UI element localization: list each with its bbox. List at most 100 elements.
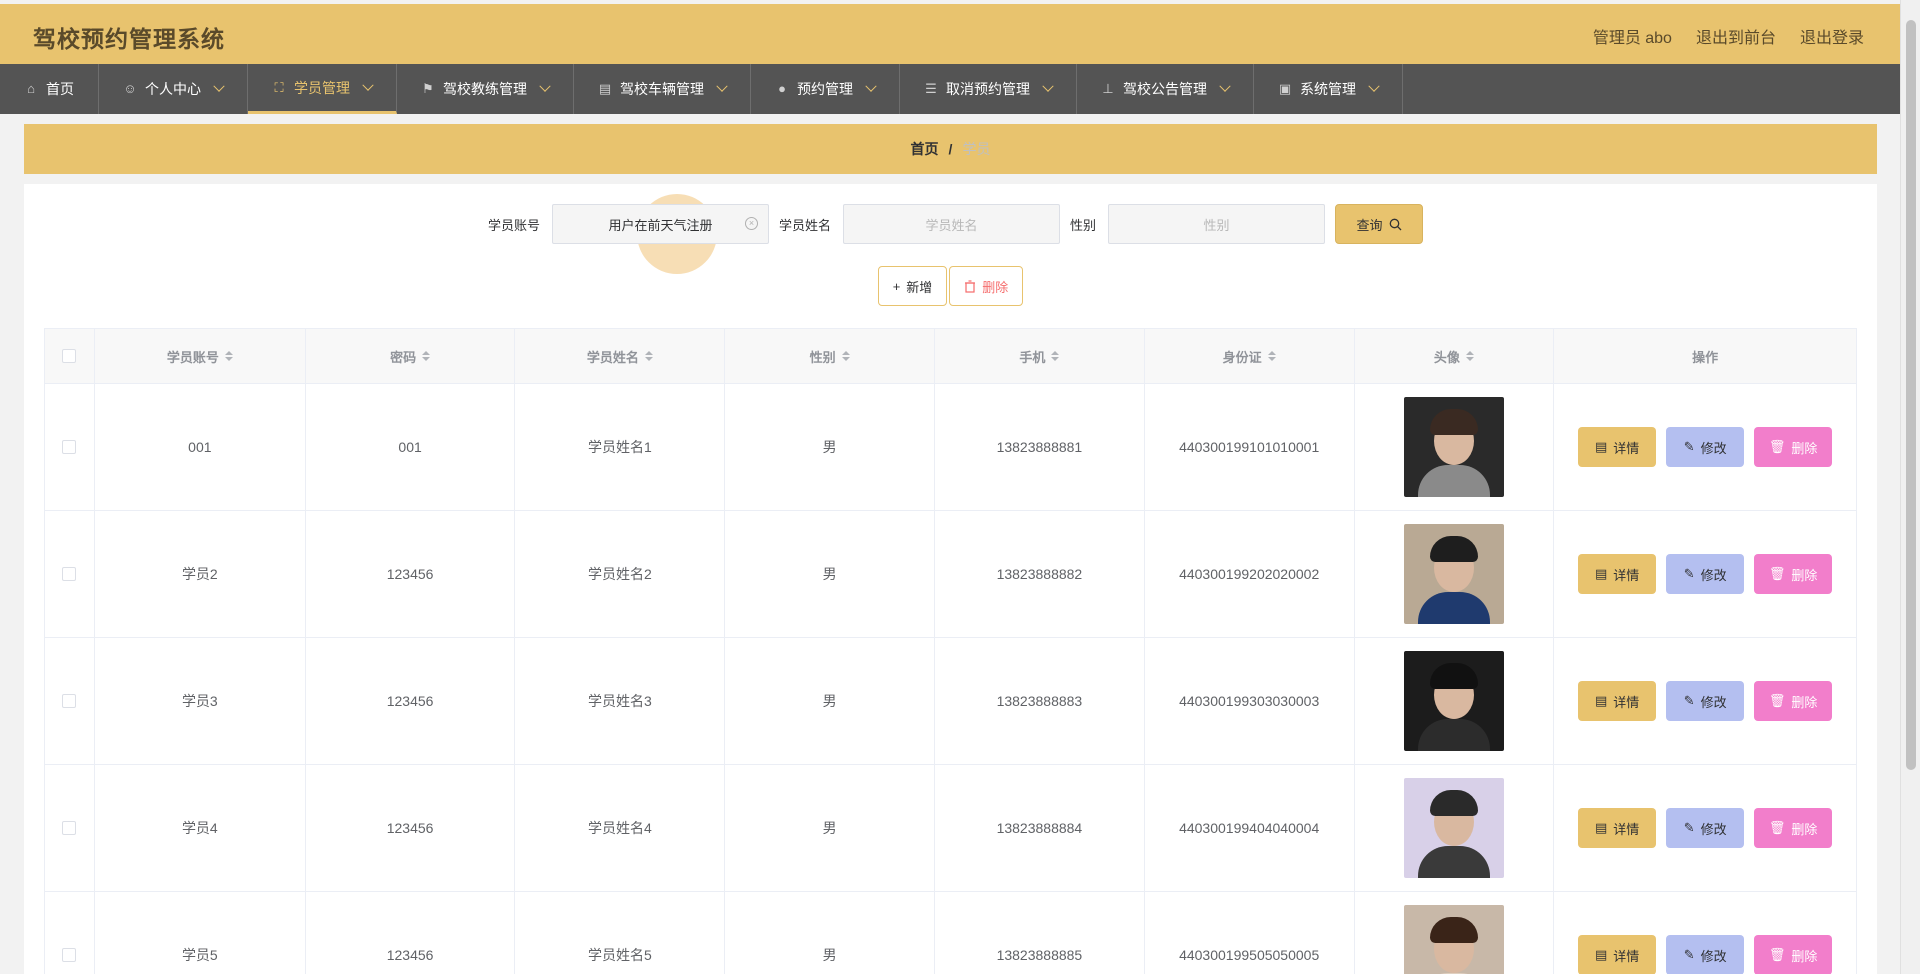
add-button[interactable]: + 新增 — [877, 266, 948, 306]
nav-item-8[interactable]: ▣ 系统管理 — [1254, 64, 1403, 114]
cell-gender: 男 — [725, 892, 936, 974]
header-avatar[interactable]: 头像 — [1355, 329, 1555, 383]
header-account-label: 学员账号 — [166, 349, 219, 365]
detail-button[interactable]: ▤ 详情 — [1578, 554, 1657, 594]
account-input[interactable]: 用户在前天气注册 × — [551, 204, 769, 244]
breadcrumb-current: 学员 — [962, 141, 991, 157]
row-checkbox[interactable] — [62, 567, 77, 581]
row-checkbox[interactable] — [62, 948, 77, 962]
sort-icon[interactable] — [1465, 351, 1474, 361]
nav-item-3[interactable]: ⚑ 驾校教练管理 — [397, 64, 574, 114]
edit-button[interactable]: ✎ 修改 — [1666, 427, 1745, 467]
nav-item-5[interactable]: ● 预约管理 — [751, 64, 900, 114]
cell-password: 123456 — [306, 892, 516, 974]
header-phone[interactable]: 手机 — [935, 329, 1145, 383]
avatar[interactable] — [1403, 905, 1504, 974]
delete-button[interactable]: 🗑 删除 — [1754, 554, 1833, 594]
nav-item-0[interactable]: ⌂ 首页 — [0, 64, 99, 114]
nav-item-label: 取消预约管理 — [946, 81, 1030, 97]
header-gender[interactable]: 性别 — [725, 329, 936, 383]
to-front-link[interactable]: 退出到前台 — [1696, 24, 1776, 48]
nav-item-6[interactable]: ☰ 取消预约管理 — [900, 64, 1077, 114]
document-icon: ▤ — [1595, 566, 1608, 581]
document-icon: ▤ — [1595, 693, 1608, 708]
detail-button[interactable]: ▤ 详情 — [1578, 935, 1657, 974]
cell-name: 学员姓名5 — [515, 892, 726, 974]
row-checkbox[interactable] — [62, 694, 77, 708]
nav-item-7[interactable]: ⊥ 驾校公告管理 — [1077, 64, 1254, 114]
delete-button[interactable]: 🗑 删除 — [1754, 427, 1833, 467]
breadcrumb-home[interactable]: 首页 — [911, 139, 939, 159]
header-name[interactable]: 学员姓名 — [515, 329, 726, 383]
header-idcard[interactable]: 身份证 — [1145, 329, 1355, 383]
cell-avatar — [1355, 511, 1555, 637]
nav-item-1[interactable]: ☺ 个人中心 — [99, 64, 248, 114]
row-checkbox[interactable] — [62, 821, 77, 835]
detail-label: 详情 — [1613, 821, 1640, 837]
sort-icon[interactable] — [644, 351, 653, 361]
select-all-checkbox[interactable] — [62, 349, 77, 363]
batch-delete-button[interactable]: 删除 — [949, 266, 1024, 306]
avatar-body — [1417, 846, 1490, 878]
delete-button[interactable]: 🗑 删除 — [1754, 808, 1833, 848]
cell-idcard: 440300199101010001 — [1145, 384, 1355, 510]
logout-link[interactable]: 退出登录 — [1800, 24, 1864, 48]
delete-button[interactable]: 🗑 删除 — [1754, 681, 1833, 721]
nav-item-4[interactable]: ▤ 驾校车辆管理 — [574, 64, 751, 114]
edit-button[interactable]: ✎ 修改 — [1666, 808, 1745, 848]
row-select-cell — [45, 511, 95, 637]
gender-input[interactable]: 性别 — [1108, 204, 1326, 244]
row-checkbox[interactable] — [62, 440, 77, 454]
delete-button[interactable]: 🗑 删除 — [1754, 935, 1833, 974]
header-account[interactable]: 学员账号 — [95, 329, 306, 383]
avatar[interactable] — [1403, 524, 1504, 624]
sort-icon[interactable] — [841, 351, 850, 361]
avatar[interactable] — [1403, 397, 1504, 497]
detail-button[interactable]: ▤ 详情 — [1578, 681, 1657, 721]
edit-label: 修改 — [1700, 948, 1727, 964]
page: 驾校预约管理系统 管理员 abo 退出到前台 退出登录 ⌂ 首页 ☺ 个人中心 ⛶ 学员管… — [0, 0, 1900, 974]
nav-item-2[interactable]: ⛶ 学员管理 — [248, 64, 397, 114]
scrollbar-thumb[interactable] — [1906, 20, 1916, 770]
edit-button[interactable]: ✎ 修改 — [1666, 681, 1745, 721]
avatar[interactable] — [1403, 651, 1504, 751]
vertical-scrollbar[interactable] — [1900, 0, 1920, 974]
avatar-hair — [1429, 663, 1478, 689]
query-button[interactable]: 查询 — [1335, 204, 1424, 244]
document-icon: ▤ — [1595, 820, 1608, 835]
edit-button[interactable]: ✎ 修改 — [1666, 935, 1745, 974]
row-select-cell — [45, 765, 95, 891]
cell-gender: 男 — [725, 384, 936, 510]
chevron-down-icon — [213, 80, 225, 92]
cell-idcard: 440300199202020002 — [1145, 511, 1355, 637]
chevron-down-icon — [1368, 80, 1380, 92]
cell-name: 学员姓名1 — [515, 384, 726, 510]
avatar[interactable] — [1403, 778, 1504, 878]
chevron-down-icon — [362, 79, 374, 91]
edit-button[interactable]: ✎ 修改 — [1666, 554, 1745, 594]
clear-icon[interactable]: × — [744, 217, 758, 230]
delete-label: 删除 — [982, 279, 1009, 295]
detail-button[interactable]: ▤ 详情 — [1578, 427, 1657, 467]
sort-icon[interactable] — [224, 351, 233, 361]
nav-item-label: 驾校车辆管理 — [620, 81, 704, 97]
cell-password: 123456 — [306, 511, 516, 637]
name-input[interactable]: 学员姓名 — [843, 204, 1060, 244]
table-row: 001 001 学员姓名1 男 13823888881 44030019910101000… — [45, 384, 1856, 511]
avatar-hair — [1429, 409, 1478, 435]
clipboard-icon: ▤ — [598, 81, 612, 96]
cell-idcard: 440300199303030003 — [1145, 638, 1355, 764]
delete-label: 删除 — [1791, 567, 1818, 583]
nav-item-label: 预约管理 — [797, 81, 853, 97]
detail-button[interactable]: ▤ 详情 — [1578, 808, 1657, 848]
cell-phone: 13823888885 — [935, 892, 1145, 974]
row-select-cell — [45, 638, 95, 764]
sort-icon[interactable] — [1267, 351, 1276, 361]
sort-icon[interactable] — [1051, 351, 1060, 361]
main-nav: ⌂ 首页 ☺ 个人中心 ⛶ 学员管理 ⚑ 驾校教练管理 ▤ 驾校车辆管理 ● 预约管理 ☰ 取消预约管理 ⊥… — [0, 64, 1900, 114]
cell-actions: ▤ 详情 ✎ 修改 🗑 删除 — [1554, 765, 1856, 891]
nav-item-label: 学员管理 — [294, 79, 350, 96]
stamp-icon: ⊥ — [1102, 81, 1114, 96]
header-password[interactable]: 密码 — [306, 329, 516, 383]
sort-icon[interactable] — [422, 351, 431, 361]
